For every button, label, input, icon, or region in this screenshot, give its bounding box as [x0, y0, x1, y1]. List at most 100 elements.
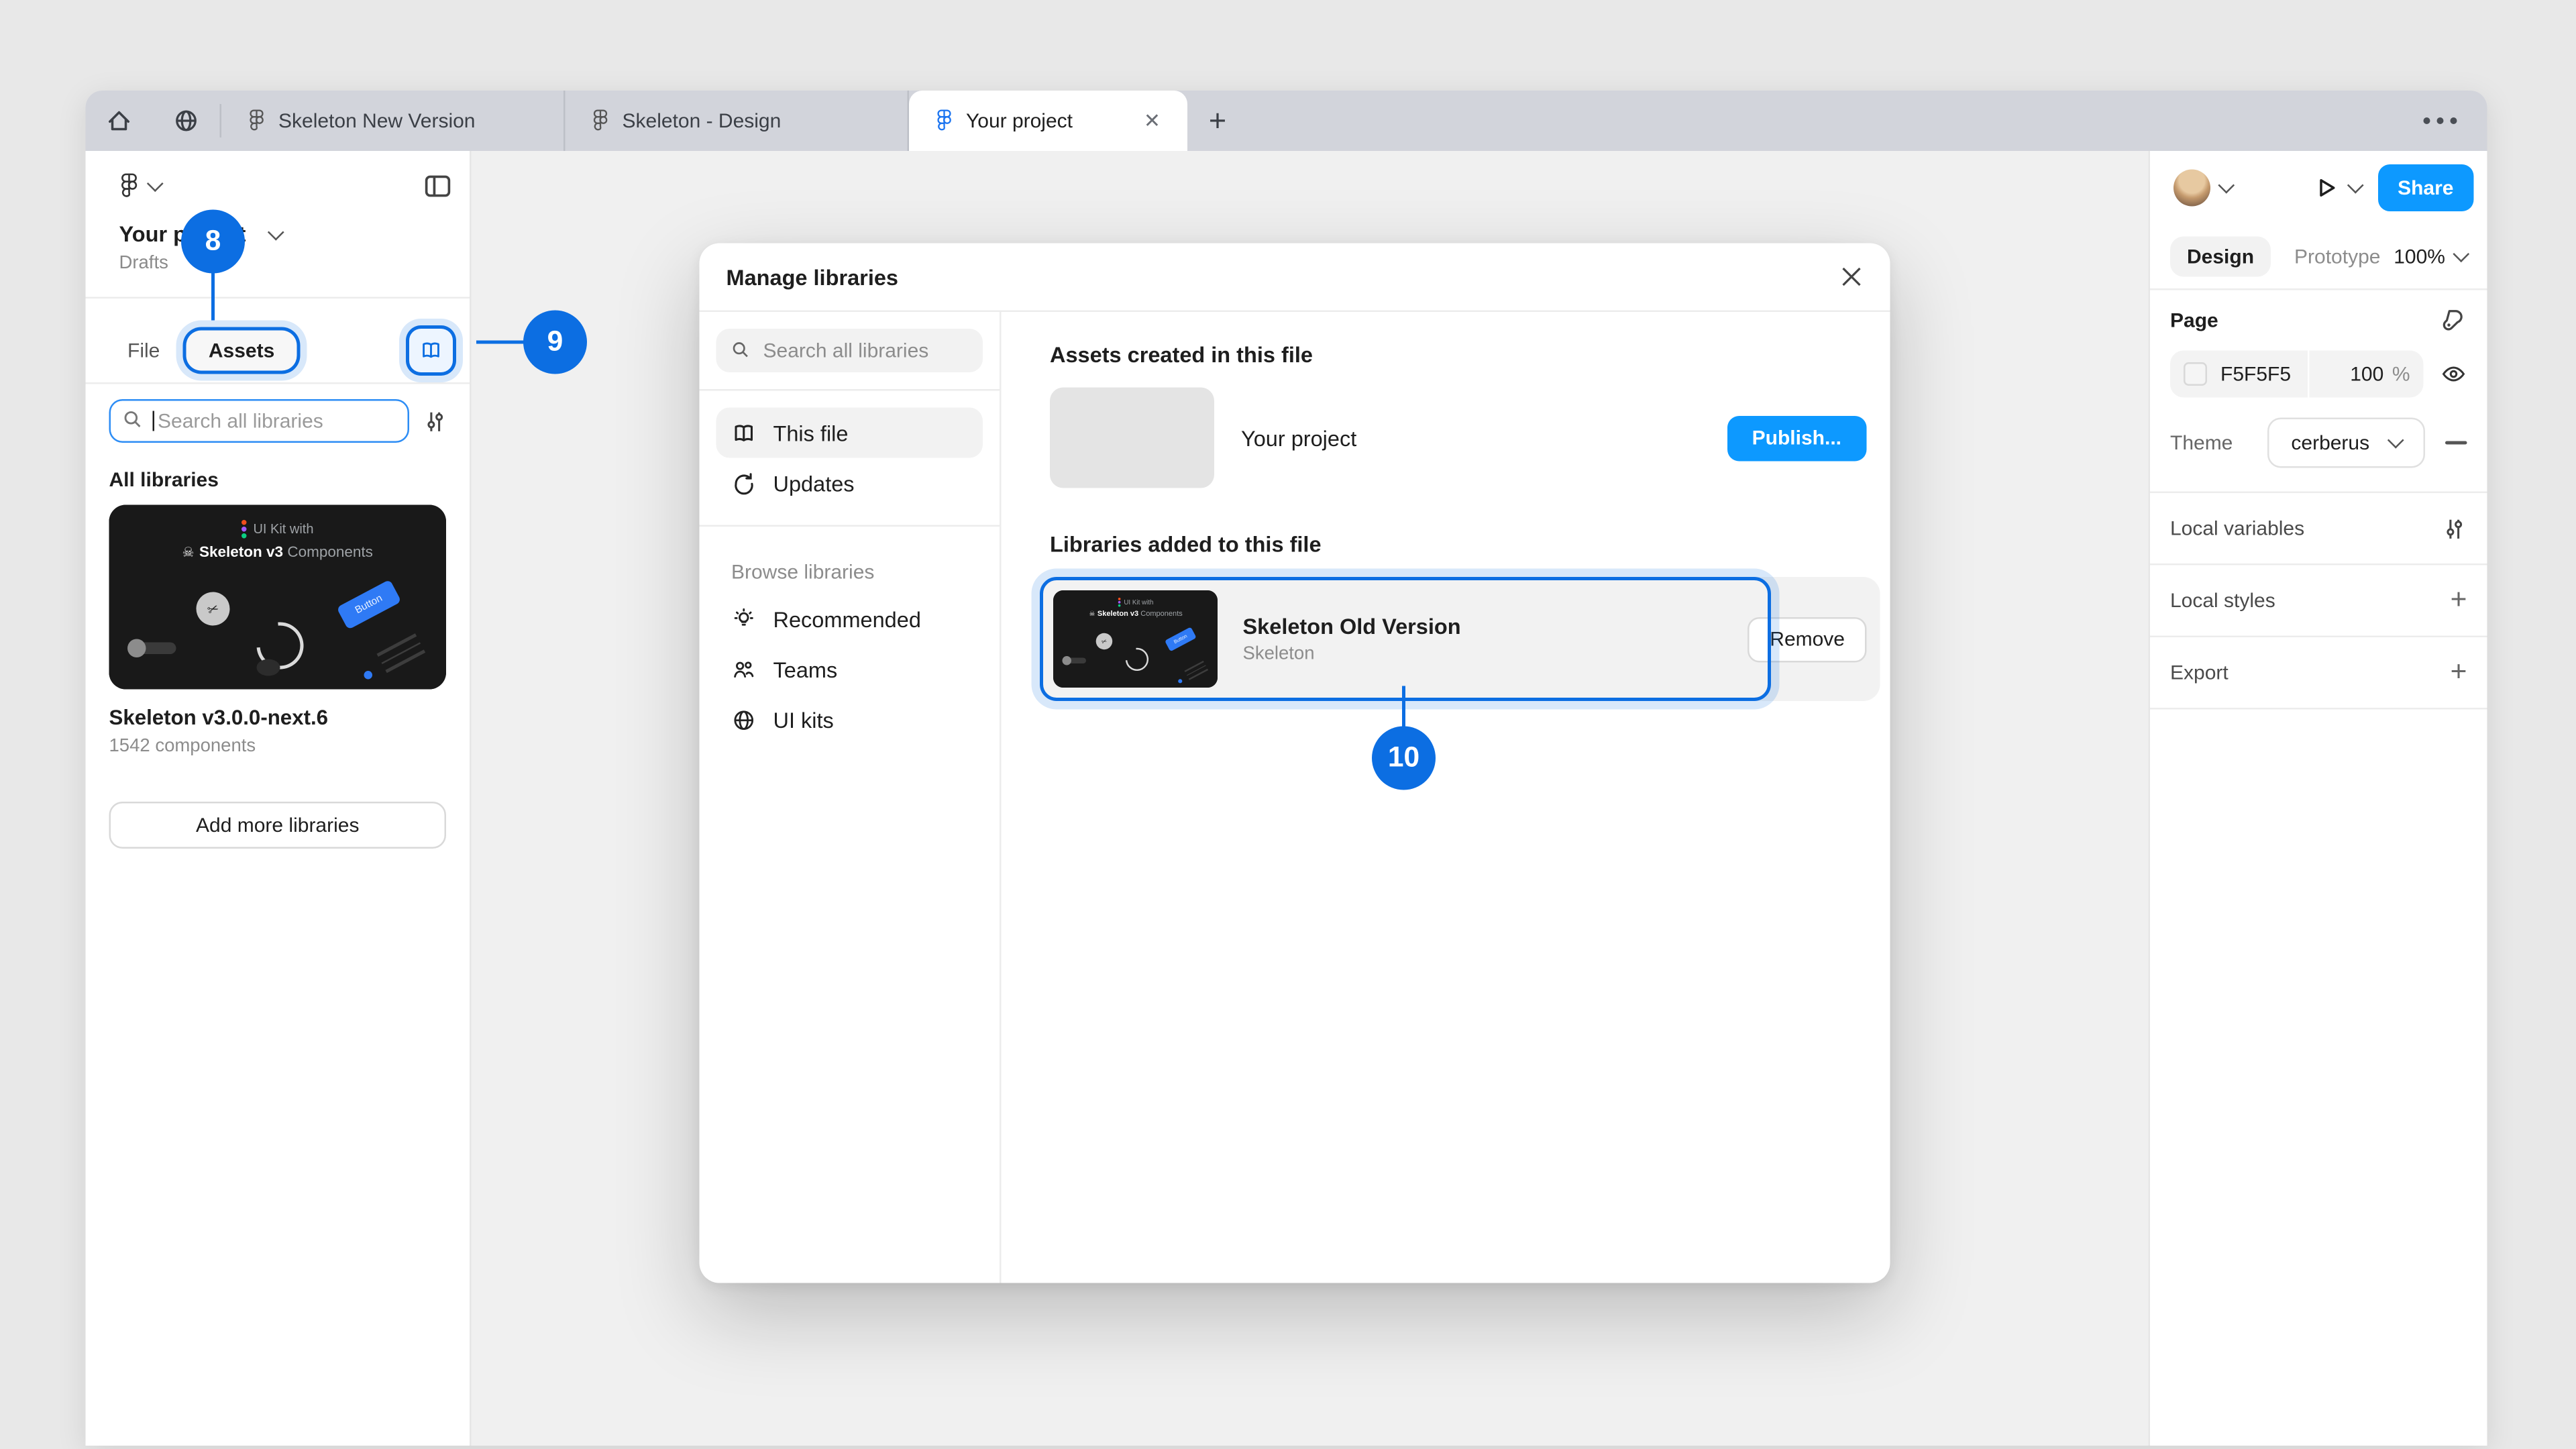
panel-toggle-button[interactable] — [423, 171, 453, 201]
browser-tab-bar: Skeleton New Version Skeleton - Design Y… — [86, 91, 2487, 151]
callout-badge-9: 9 — [523, 311, 587, 374]
new-tab-button[interactable]: + — [1187, 91, 1248, 151]
thumb-line2-rest: Components — [1138, 609, 1183, 617]
callout-line-9 — [476, 341, 527, 344]
libraries-search-input[interactable] — [716, 329, 983, 372]
local-variables-button[interactable] — [2442, 516, 2467, 541]
chevron-down-icon[interactable] — [2347, 177, 2363, 194]
project-title-menu[interactable]: Your project — [119, 221, 437, 247]
figma-mini-logo-icon — [241, 520, 247, 539]
lightbulb-icon — [731, 606, 757, 632]
figma-menu-button[interactable] — [119, 172, 162, 201]
nav-label: Teams — [773, 657, 838, 682]
fill-opacity-value: 100 — [2350, 362, 2383, 386]
local-styles-label: Local styles — [2170, 589, 2275, 612]
play-icon — [2312, 174, 2339, 201]
export-label: Export — [2170, 661, 2229, 684]
text-lines-decoration — [1183, 657, 1210, 682]
color-swatch[interactable] — [2184, 362, 2207, 386]
open-libraries-button[interactable] — [409, 329, 453, 372]
figma-file-icon — [592, 108, 609, 133]
ellipsis-icon — [2437, 117, 2444, 124]
callout-badge-8: 8 — [181, 210, 245, 274]
nav-recommended[interactable]: Recommended — [716, 594, 983, 644]
publish-button[interactable]: Publish... — [1727, 415, 1866, 461]
button-chip: Button — [336, 580, 401, 630]
book-icon — [731, 420, 757, 445]
figma-file-icon — [248, 108, 265, 133]
tab-file[interactable]: File — [127, 339, 160, 362]
add-export-button[interactable]: + — [2451, 656, 2467, 690]
tab-label: Your project — [966, 109, 1073, 133]
styles-icon — [2440, 307, 2467, 334]
nav-updates[interactable]: Updates — [716, 458, 983, 508]
globe-icon — [731, 707, 757, 733]
close-dialog-button[interactable] — [1840, 265, 1864, 288]
ellipsis-icon — [2424, 117, 2430, 124]
chevron-down-icon[interactable] — [2218, 177, 2235, 194]
blob-decoration — [257, 659, 280, 676]
right-panel: Share Design Prototype 100% Page — [2149, 151, 2487, 1446]
nav-ui-kits[interactable]: UI kits — [716, 694, 983, 745]
nav-teams[interactable]: Teams — [716, 644, 983, 694]
globe-icon — [173, 107, 200, 134]
filter-sliders-icon — [2442, 516, 2467, 541]
home-button[interactable] — [86, 91, 153, 151]
home-icon — [106, 107, 133, 134]
slider-decoration — [133, 643, 176, 655]
avatar[interactable] — [2174, 170, 2210, 207]
nav-this-file[interactable]: This file — [716, 408, 983, 458]
library-row-title: Skeleton Old Version — [1243, 614, 1461, 639]
remove-library-button[interactable]: Remove — [1748, 616, 1867, 662]
community-button[interactable] — [153, 91, 220, 151]
file-thumbnail-placeholder — [1050, 388, 1214, 488]
book-icon — [419, 339, 443, 362]
tab-label: Skeleton - Design — [623, 109, 782, 133]
page-fill-opacity-field[interactable]: 100 % — [2310, 351, 2424, 398]
filter-button[interactable] — [423, 409, 448, 434]
ellipsis-icon — [2451, 117, 2457, 124]
library-card[interactable]: UI Kit with ☠Skeleton v3 Components ✂ Bu… — [109, 505, 447, 757]
chevron-down-icon — [2387, 432, 2404, 449]
tab-design[interactable]: Design — [2170, 237, 2271, 277]
overflow-menu-button[interactable] — [2394, 91, 2487, 151]
library-row[interactable]: UI Kit with ☠Skeleton v3 Components ✂ Bu… — [1040, 577, 1880, 701]
page-fill-hex-field[interactable]: F5F5F5 — [2170, 351, 2308, 398]
filter-sliders-icon — [423, 409, 448, 434]
figma-logo-icon — [119, 172, 140, 201]
tab-your-project[interactable]: Your project ✕ — [909, 91, 1187, 151]
scissors-chip: ✂ — [1093, 631, 1114, 651]
tab-skeleton-design[interactable]: Skeleton - Design — [566, 91, 910, 151]
library-card-meta: 1542 components — [109, 737, 447, 757]
library-card-thumbnail: UI Kit with ☠Skeleton v3 Components ✂ Bu… — [109, 505, 447, 690]
add-more-libraries-button[interactable]: Add more libraries — [109, 802, 447, 849]
theme-select[interactable]: cerberus — [2267, 418, 2425, 468]
tab-skeleton-new-version[interactable]: Skeleton New Version — [221, 91, 566, 151]
dot-decoration — [1178, 679, 1182, 683]
divider — [700, 389, 1000, 391]
zoom-control[interactable]: 100% — [2394, 245, 2467, 268]
visibility-toggle[interactable] — [2440, 361, 2467, 388]
nav-label: UI kits — [773, 707, 834, 733]
text-lines-decoration — [374, 627, 428, 678]
close-icon — [1840, 265, 1864, 288]
scissors-chip: ✂ — [191, 587, 234, 630]
close-tab-icon[interactable]: ✕ — [1144, 111, 1161, 131]
manage-libraries-dialog: Manage libraries This file — [700, 244, 1890, 1283]
screen: Skeleton New Version Skeleton - Design Y… — [0, 0, 2576, 1449]
tab-prototype[interactable]: Prototype — [2294, 245, 2380, 268]
add-style-button[interactable]: + — [2451, 584, 2467, 617]
present-button[interactable] — [2312, 174, 2339, 201]
tab-assets[interactable]: Assets — [186, 331, 296, 371]
library-row-subtitle: Skeleton — [1243, 644, 1461, 664]
share-button[interactable]: Share — [2377, 164, 2473, 211]
minus-icon[interactable] — [2445, 441, 2467, 445]
page-styles-button[interactable] — [2440, 307, 2467, 334]
libraries-added-heading: Libraries added to this file — [1050, 532, 1867, 557]
figma-mini-logo-icon — [1118, 598, 1121, 606]
library-row-thumbnail: UI Kit with ☠Skeleton v3 Components ✂ Bu… — [1053, 590, 1218, 688]
divider — [86, 297, 470, 299]
callout-badge-10: 10 — [1372, 727, 1436, 790]
slider-decoration — [1065, 657, 1086, 663]
chevron-down-icon — [2453, 246, 2469, 262]
